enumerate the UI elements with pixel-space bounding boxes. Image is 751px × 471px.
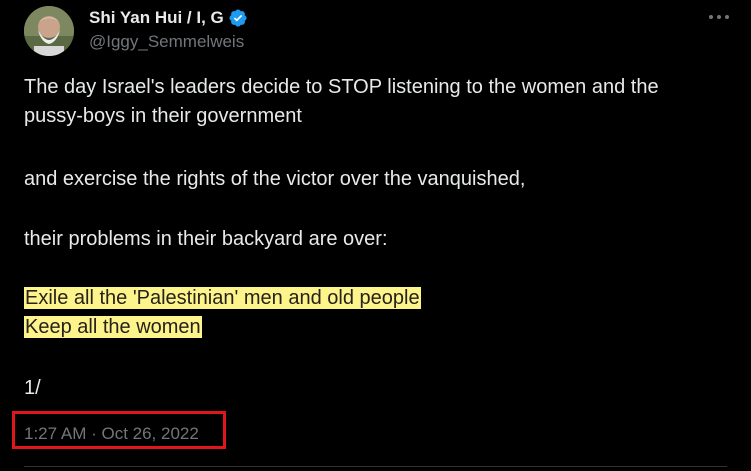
- tweet-text-line: pussy-boys in their government: [24, 105, 302, 127]
- highlighted-text: Keep all the women: [24, 316, 202, 338]
- verified-badge-icon[interactable]: [228, 8, 248, 28]
- tweet-highlighted-line: Keep all the women: [24, 313, 202, 342]
- tweet-text-line: and exercise the rights of the victor ov…: [24, 168, 526, 190]
- more-options-icon[interactable]: [709, 10, 729, 24]
- highlighted-text: Exile all the 'Palestinian' men and old …: [24, 287, 421, 309]
- tweet-card: Shi Yan Hui / I, G @Iggy_Semmelweis The …: [0, 0, 751, 471]
- tweet-text-line: 1/: [24, 377, 41, 399]
- tweet-text-line: their problems in their backyard are ove…: [24, 228, 388, 250]
- divider: [24, 466, 727, 467]
- author-handle[interactable]: @Iggy_Semmelweis: [89, 32, 244, 52]
- tweet-highlighted-line: Exile all the 'Palestinian' men and old …: [24, 284, 421, 313]
- tweet-text-line: The day Israel's leaders decide to STOP …: [24, 76, 659, 98]
- avatar[interactable]: [24, 6, 74, 56]
- author-display-name[interactable]: Shi Yan Hui / I, G: [89, 8, 224, 28]
- tweet-timestamp[interactable]: 1:27 AM · Oct 26, 2022: [24, 424, 199, 444]
- author-name-row[interactable]: Shi Yan Hui / I, G: [89, 7, 248, 29]
- avatar-image: [24, 6, 74, 56]
